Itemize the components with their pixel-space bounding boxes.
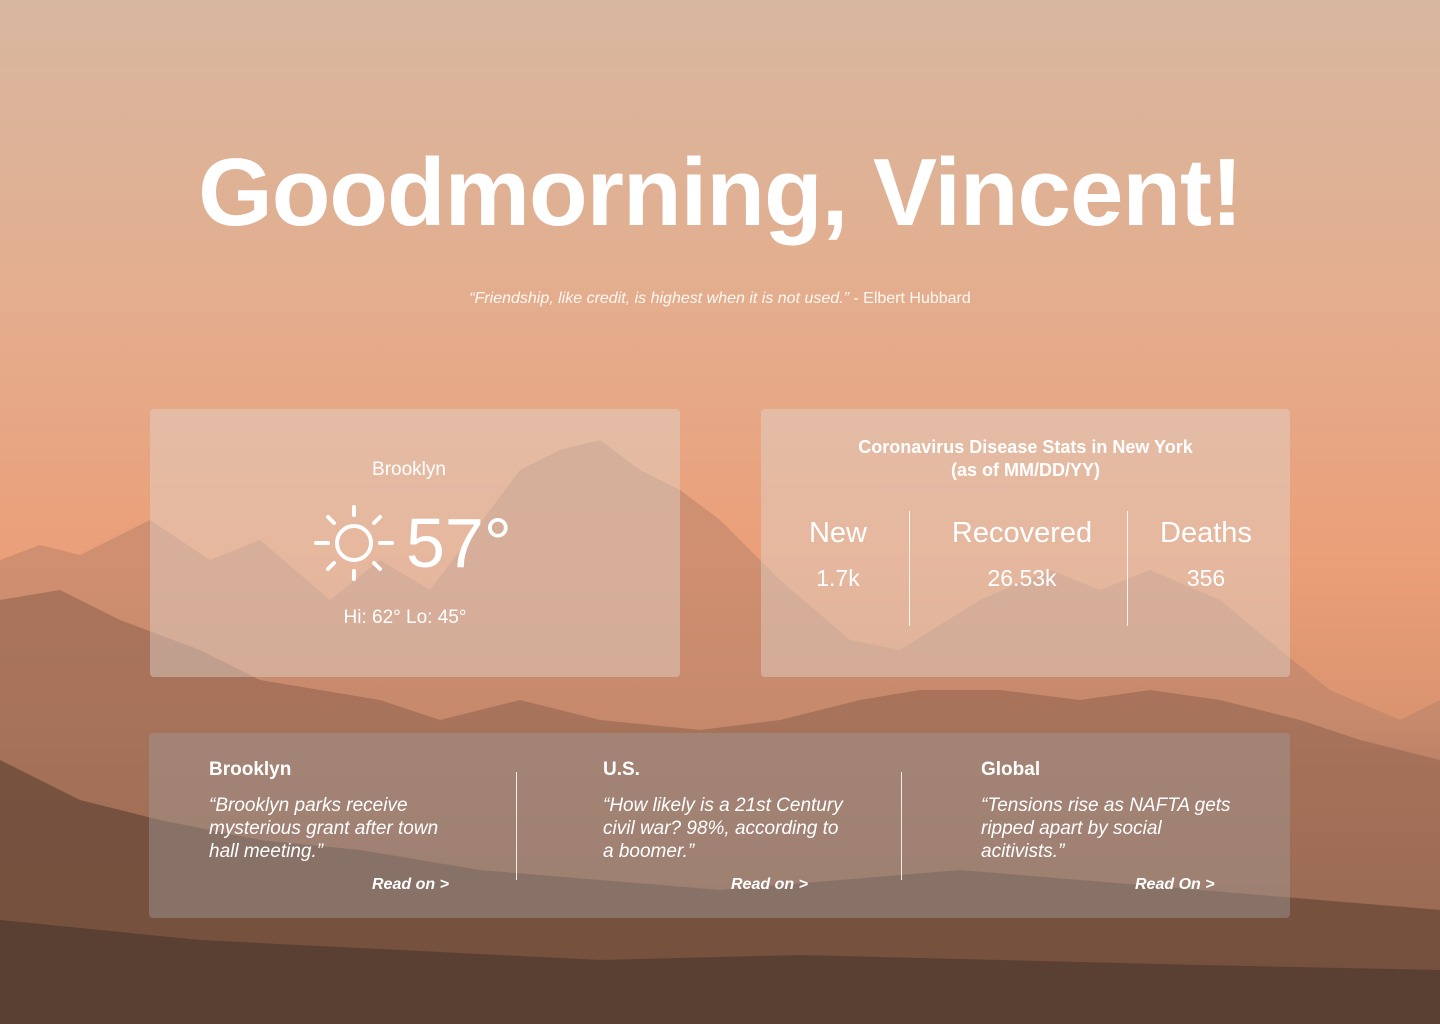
- stat-value: 1.7k: [816, 565, 860, 591]
- stat-divider: [909, 511, 910, 626]
- current-temperature: 57°: [406, 504, 512, 582]
- covid-title: Coronavirus Disease Stats in New York (a…: [761, 436, 1290, 482]
- read-on-link-us[interactable]: Read on >: [731, 876, 808, 894]
- weather-location: Brooklyn: [372, 459, 446, 480]
- stat-label: Recovered: [951, 517, 1093, 549]
- news-card: Brooklyn “Brooklyn parks receive mysteri…: [149, 733, 1290, 918]
- stat-label: New: [808, 517, 867, 549]
- stat-value: 26.53k: [987, 565, 1057, 591]
- quote-author: - Elbert Hubbard: [848, 290, 971, 307]
- news-divider: [516, 772, 517, 880]
- sun-icon: [314, 505, 394, 581]
- stat-new: New 1.7k: [748, 515, 928, 592]
- read-on-link-global[interactable]: Read On >: [1135, 876, 1215, 894]
- weather-card: Brooklyn 57° Hi: 62° Lo: 45°: [150, 409, 680, 677]
- weather-current: 57°: [312, 503, 512, 583]
- news-headline: “Brooklyn parks receive mysterious grant…: [209, 795, 439, 862]
- news-item-brooklyn: Brooklyn “Brooklyn parks receive mysteri…: [209, 759, 459, 863]
- stat-recovered: Recovered 26.53k: [932, 515, 1112, 592]
- news-region: U.S.: [603, 759, 640, 780]
- news-headline: “Tensions rise as NAFTA gets ripped apar…: [981, 795, 1231, 862]
- covid-stats-card: Coronavirus Disease Stats in New York (a…: [761, 409, 1290, 677]
- covid-title-date: (as of MM/DD/YY): [950, 460, 1100, 480]
- stat-value: 356: [1186, 565, 1226, 591]
- news-region: Brooklyn: [209, 759, 292, 780]
- hi-lo-temperature: Hi: 62° Lo: 45°: [343, 607, 467, 628]
- covid-title-line1: Coronavirus Disease Stats in New York: [858, 437, 1193, 457]
- news-item-us: U.S. “How likely is a 21st Century civil…: [603, 759, 853, 863]
- read-on-link-brooklyn[interactable]: Read on >: [372, 876, 449, 894]
- news-headline: “How likely is a 21st Century civil war?…: [603, 795, 843, 862]
- news-item-global: Global “Tensions rise as NAFTA gets ripp…: [981, 759, 1231, 863]
- news-region: Global: [981, 759, 1041, 780]
- news-divider: [901, 772, 902, 880]
- stat-label: Deaths: [1160, 517, 1252, 549]
- stat-deaths: Deaths 356: [1116, 515, 1296, 592]
- daily-quote: “Friendship, like credit, is highest whe…: [0, 290, 1440, 308]
- greeting-title: Goodmorning, Vincent!: [198, 139, 1243, 246]
- quote-text: “Friendship, like credit, is highest whe…: [469, 290, 849, 307]
